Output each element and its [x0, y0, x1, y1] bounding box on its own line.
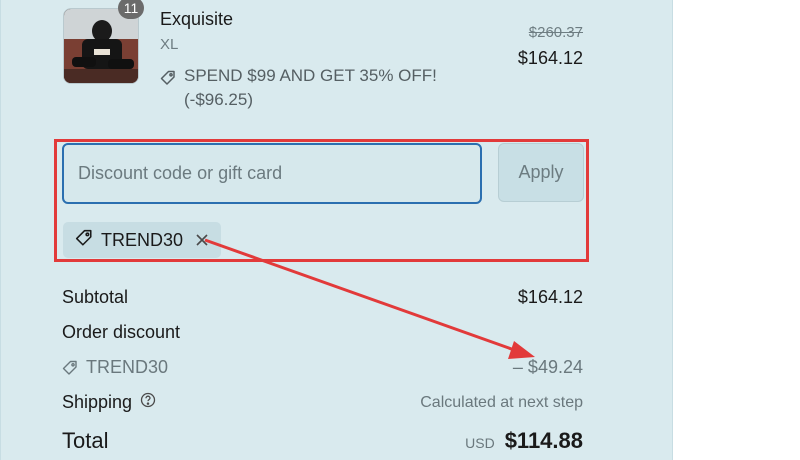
question-circle-icon	[140, 392, 156, 408]
quantity-badge: 11	[118, 0, 144, 19]
currency-code: USD	[465, 435, 495, 451]
total-label: Total	[62, 428, 109, 453]
sale-price: $164.12	[517, 48, 583, 68]
shipping-label: Shipping	[62, 392, 133, 412]
original-price: $260.37	[528, 24, 583, 41]
discount-code-row: TREND30 – $49.24	[62, 357, 583, 378]
tag-icon	[160, 69, 176, 93]
shipping-row: Shipping Calculated at next step	[62, 392, 583, 413]
order-discount-label: Order discount	[62, 322, 181, 342]
discount-amount: – $49.24	[512, 357, 583, 377]
tag-icon	[62, 360, 77, 375]
product-variant: XL	[160, 36, 179, 53]
subtotal-row: Subtotal $164.12	[62, 287, 583, 308]
total-amount-wrap: USD $114.88	[465, 428, 583, 454]
product-thumbnail-wrap: 11	[63, 0, 144, 84]
shipping-value: Calculated at next step	[420, 393, 583, 411]
discount-code-label-wrap: TREND30	[62, 357, 168, 378]
order-discount-row: Order discount	[62, 322, 583, 343]
shipping-label-wrap: Shipping	[62, 392, 156, 413]
product-name: Exquisite	[160, 9, 234, 29]
product-promo: SPEND $99 AND GET 35% OFF! (-$96.25)	[160, 64, 500, 112]
total-value: $114.88	[504, 428, 583, 453]
product-image	[63, 8, 139, 84]
annotation-highlight-box	[54, 139, 589, 262]
subtotal-label: Subtotal	[62, 287, 129, 307]
total-row: Total USD $114.88	[62, 428, 583, 454]
discount-code-name: TREND30	[86, 357, 169, 377]
subtotal-value: $164.12	[517, 287, 583, 307]
promo-text: SPEND $99 AND GET 35% OFF! (-$96.25)	[184, 66, 437, 109]
shipping-help-button[interactable]	[140, 392, 156, 408]
